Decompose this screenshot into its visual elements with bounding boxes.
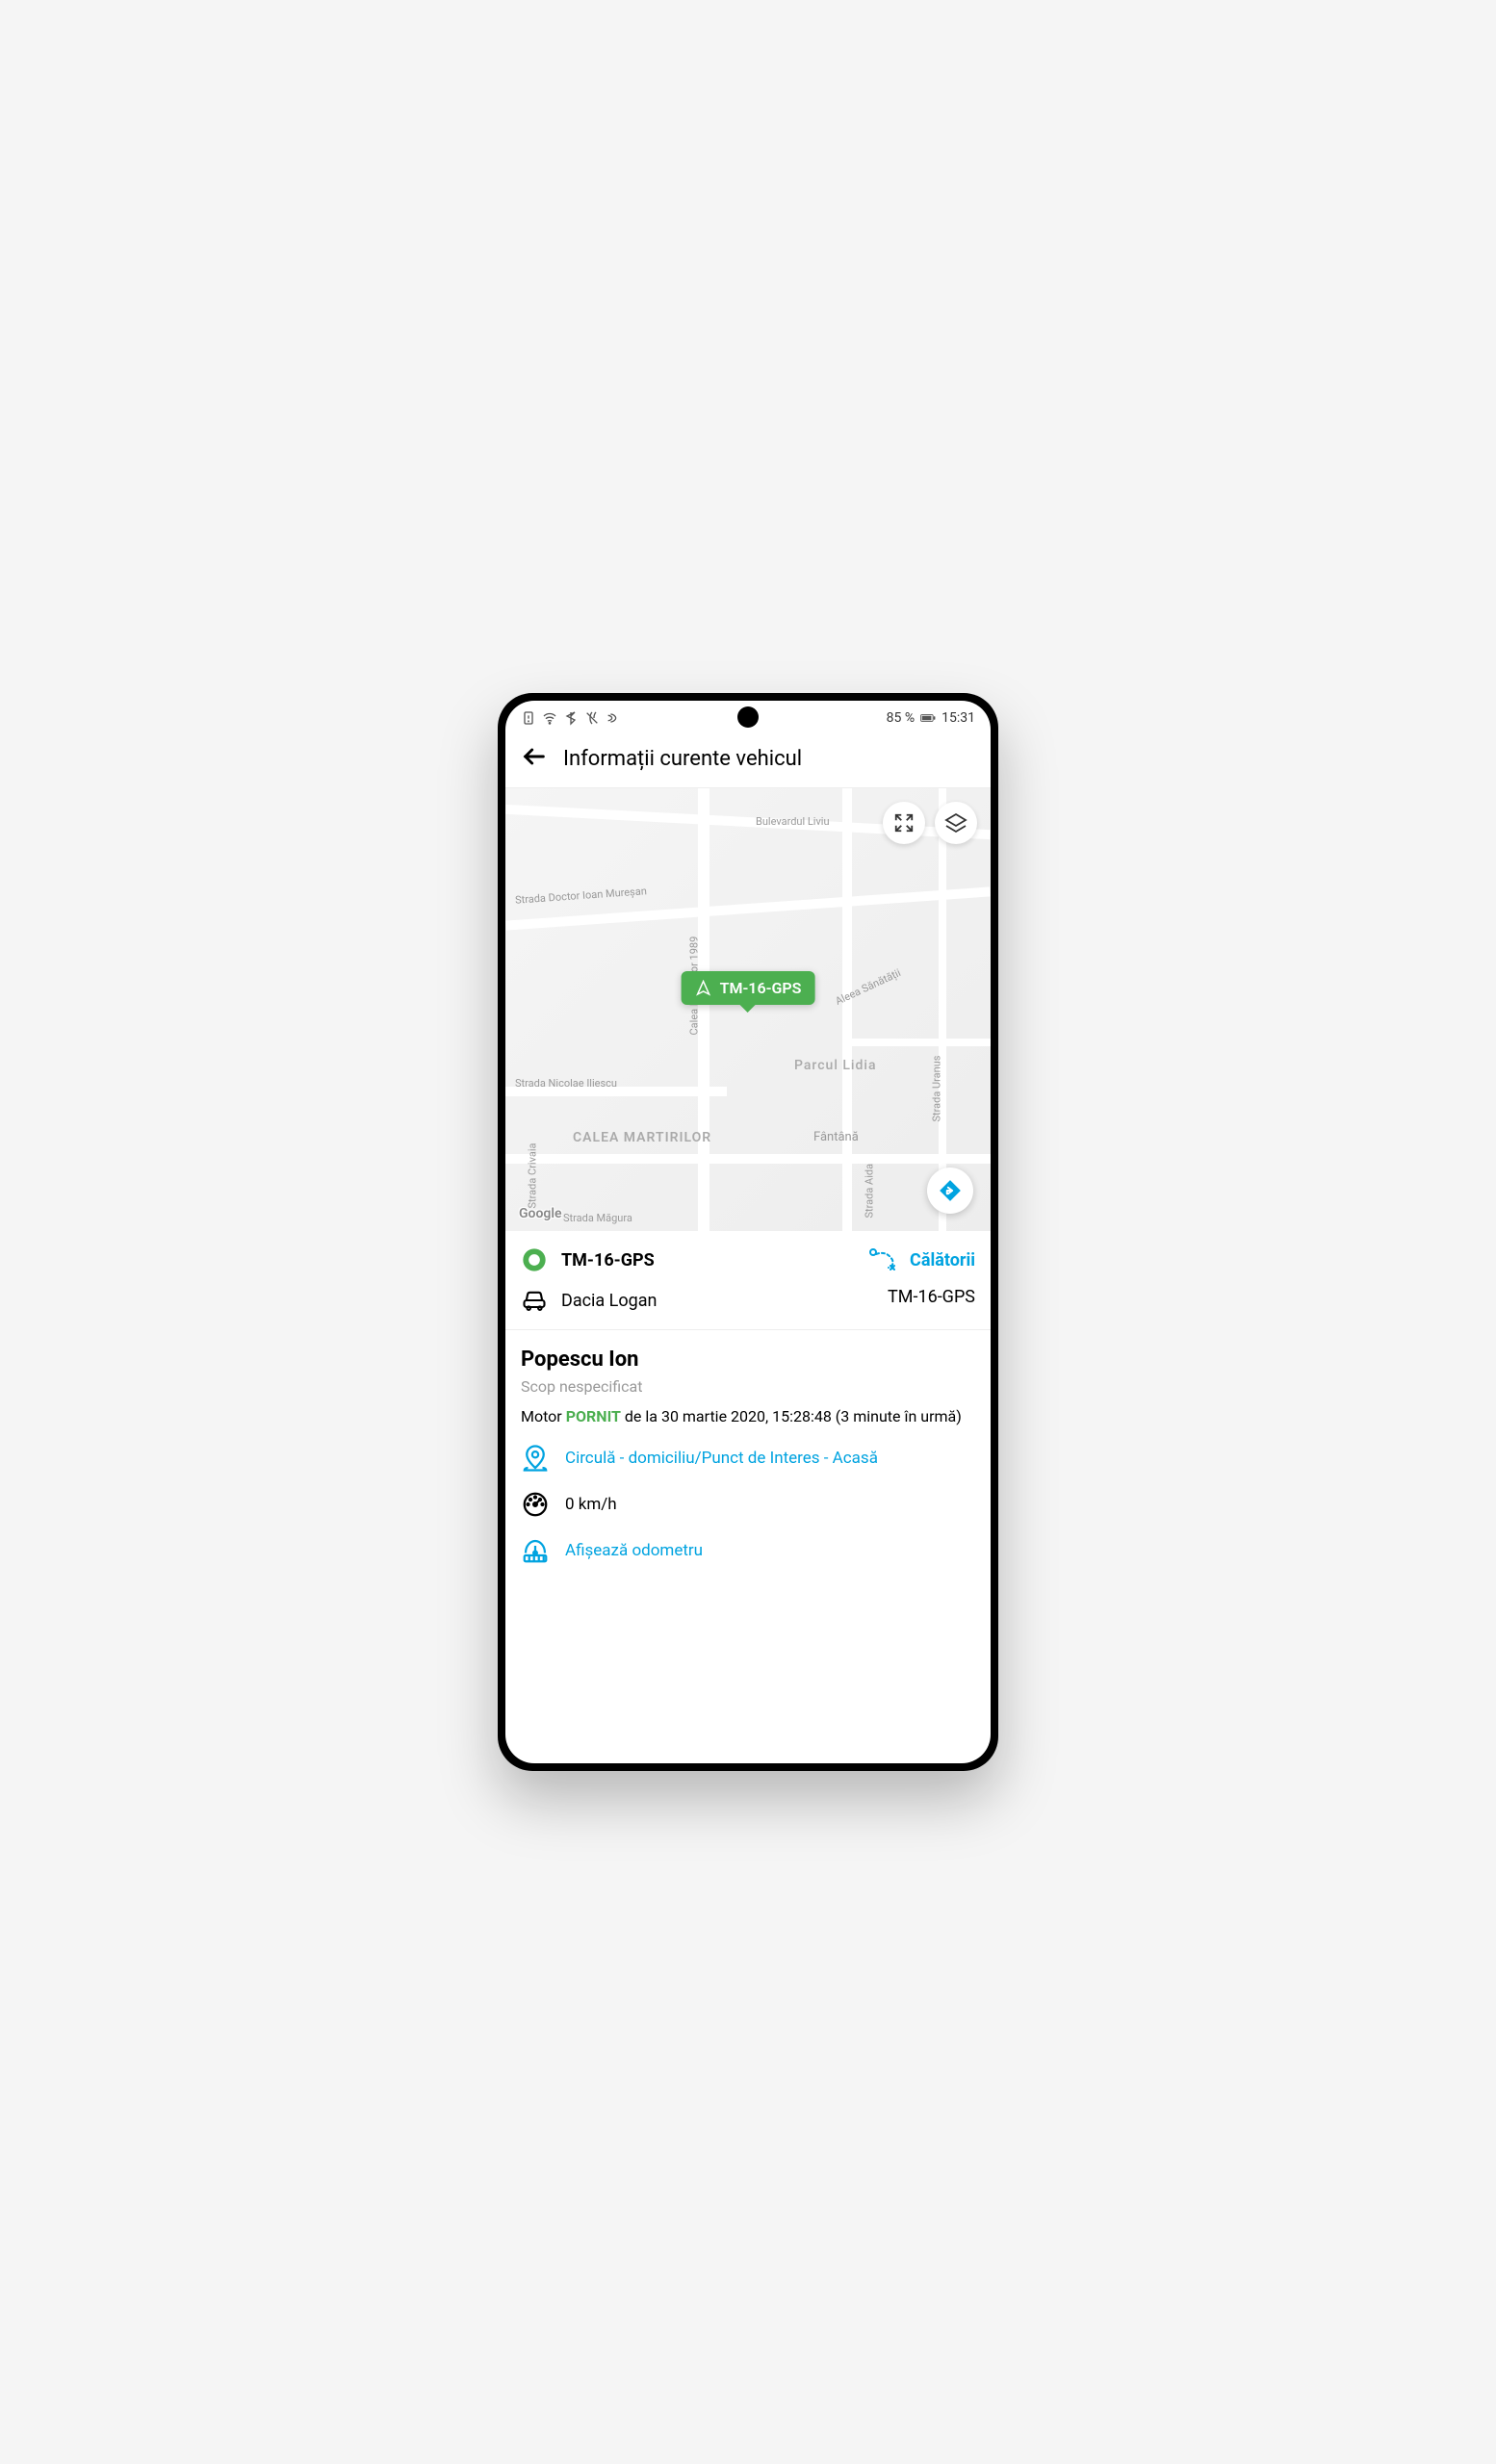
map-area-label: CALEA MARTIRILOR — [573, 1130, 711, 1145]
speed-row: 0 km/h — [521, 1490, 975, 1519]
page-title: Informații curente vehicul — [563, 747, 802, 771]
mute-icon — [584, 710, 600, 726]
clock-time: 15:31 — [941, 710, 975, 726]
back-button[interactable] — [521, 743, 548, 774]
vehicle-map-marker[interactable]: TM-16-GPS — [682, 971, 815, 1005]
fullscreen-button[interactable] — [883, 802, 925, 844]
map-area-label: Fântână — [813, 1130, 859, 1144]
nfc-icon — [606, 710, 621, 726]
trips-link[interactable]: Călătorii — [867, 1246, 975, 1273]
map-street-label: Strada Nicolae Iliescu — [515, 1077, 617, 1090]
location-text: Circulă - domiciliu/Punct de Interes - A… — [565, 1449, 878, 1468]
driver-section: Popescu Ion Scop nespecificat Motor PORN… — [505, 1330, 991, 1582]
engine-status-line: Motor PORNIT de la 30 martie 2020, 15:28… — [521, 1405, 975, 1428]
speed-value: 0 km/h — [565, 1495, 617, 1514]
odometer-label: Afișează odometru — [565, 1541, 703, 1560]
vehicle-marker-label: TM-16-GPS — [720, 979, 802, 997]
location-row[interactable]: Circulă - domiciliu/Punct de Interes - A… — [521, 1444, 975, 1473]
vehicle-gps-id: TM-16-GPS — [561, 1250, 655, 1270]
trips-label: Călătorii — [910, 1250, 975, 1270]
layers-button[interactable] — [935, 802, 977, 844]
car-icon — [521, 1287, 548, 1314]
driver-name: Popescu Ion — [521, 1348, 975, 1372]
driver-scope: Scop nespecificat — [521, 1377, 975, 1396]
odometer-row[interactable]: Afișează odometru — [521, 1536, 975, 1565]
location-pin-icon — [521, 1444, 550, 1473]
map-street-label: Strada Uranus — [931, 1056, 943, 1122]
directions-button[interactable] — [927, 1168, 973, 1214]
wifi-icon — [542, 710, 557, 726]
map-street-label: Strada Doctor Ioan Mureșan — [515, 885, 648, 907]
map-street-label: Bulevardul Liviu — [756, 815, 830, 828]
tracker-status-icon — [521, 1246, 548, 1273]
odometer-icon — [521, 1536, 550, 1565]
vehicle-model: Dacia Logan — [561, 1291, 657, 1311]
battery-percentage: 85 % — [887, 710, 915, 726]
engine-status: PORNIT — [566, 1407, 621, 1425]
vehicle-header: TM-16-GPS Dacia Logan Călătorii TM-16-G — [505, 1231, 991, 1330]
sim-alert-icon — [521, 710, 536, 726]
map-area-label: Parcul Lidia — [794, 1058, 877, 1073]
speedometer-icon — [521, 1490, 550, 1519]
google-attribution: Google — [519, 1206, 562, 1221]
vehicle-plate: TM-16-GPS — [867, 1287, 975, 1307]
map-street-label: Strada Crivaia — [527, 1143, 539, 1209]
map-street-label: Strada Aida — [864, 1164, 876, 1219]
bluetooth-icon — [563, 710, 579, 726]
app-header: Informații curente vehicul — [505, 730, 991, 788]
map-street-label: Strada Măgura — [563, 1212, 632, 1224]
map-view[interactable]: Bulevardul Liviu Strada Doctor Ioan Mure… — [505, 788, 991, 1231]
battery-icon — [920, 710, 936, 726]
